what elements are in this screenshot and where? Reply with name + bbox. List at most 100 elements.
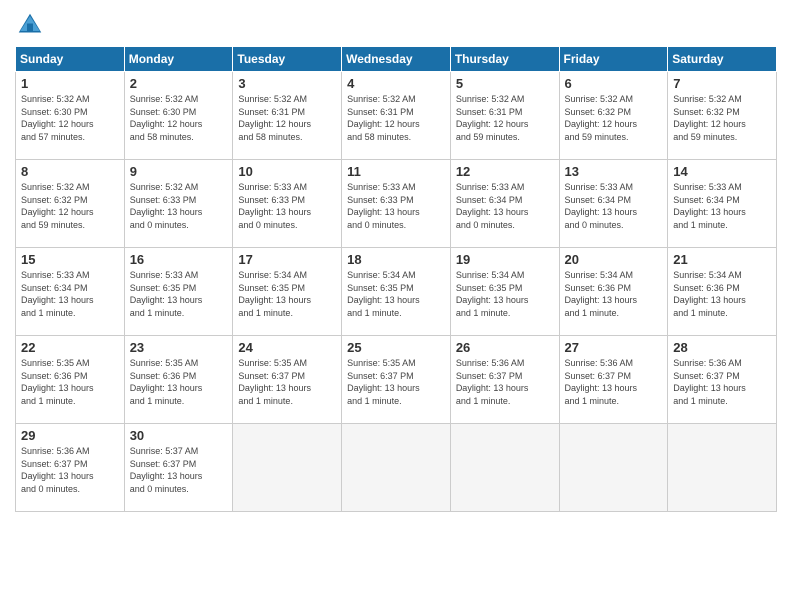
day-info: Sunrise: 5:35 AM Sunset: 6:37 PM Dayligh… xyxy=(238,357,336,407)
logo-icon xyxy=(15,10,45,40)
calendar-cell: 8 Sunrise: 5:32 AM Sunset: 6:32 PM Daylig… xyxy=(16,160,125,248)
calendar-cell: 26 Sunrise: 5:36 AM Sunset: 6:37 PM Dayli… xyxy=(450,336,559,424)
day-info: Sunrise: 5:32 AM Sunset: 6:33 PM Dayligh… xyxy=(130,181,228,231)
calendar-cell: 13Sunrise: 5:33 AM Sunset: 6:34 PM Dayli… xyxy=(559,160,668,248)
day-number: 6 xyxy=(565,76,663,91)
calendar-cell: 25Sunrise: 5:35 AM Sunset: 6:37 PM Dayli… xyxy=(342,336,451,424)
day-number: 27 xyxy=(565,340,663,355)
day-info: Sunrise: 5:34 AM Sunset: 6:35 PM Dayligh… xyxy=(238,269,336,319)
day-number: 23 xyxy=(130,340,228,355)
day-number: 16 xyxy=(130,252,228,267)
day-number: 14 xyxy=(673,164,771,179)
day-number: 2 xyxy=(130,76,228,91)
calendar-cell: 10 Sunrise: 5:33 AM Sunset: 6:33 PM Dayli… xyxy=(233,160,342,248)
day-number: 12 xyxy=(456,164,554,179)
day-info: Sunrise: 5:37 AM Sunset: 6:37 PM Dayligh… xyxy=(130,445,228,495)
day-number: 21 xyxy=(673,252,771,267)
day-info: Sunrise: 5:33 AM Sunset: 6:34 PM Dayligh… xyxy=(21,269,119,319)
calendar-cell xyxy=(668,424,777,512)
page: SundayMondayTuesdayWednesdayThursdayFrid… xyxy=(0,0,792,612)
calendar-cell: 27 Sunrise: 5:36 AM Sunset: 6:37 PM Dayli… xyxy=(559,336,668,424)
day-number: 29 xyxy=(21,428,119,443)
calendar-cell: 23 Sunrise: 5:35 AM Sunset: 6:36 PM Dayli… xyxy=(124,336,233,424)
day-info: Sunrise: 5:32 AM Sunset: 6:32 PM Dayligh… xyxy=(21,181,119,231)
day-number: 17 xyxy=(238,252,336,267)
day-info: Sunrise: 5:32 AM Sunset: 6:31 PM Dayligh… xyxy=(347,93,445,143)
day-number: 28 xyxy=(673,340,771,355)
calendar-cell xyxy=(233,424,342,512)
calendar-cell: 3Sunrise: 5:32 AM Sunset: 6:31 PM Daylig… xyxy=(233,72,342,160)
weekday-header: Wednesday xyxy=(342,47,451,72)
calendar-week-row: 1 Sunrise: 5:32 AM Sunset: 6:30 PM Daylig… xyxy=(16,72,777,160)
day-info: Sunrise: 5:35 AM Sunset: 6:37 PM Dayligh… xyxy=(347,357,445,407)
calendar-cell: 30 Sunrise: 5:37 AM Sunset: 6:37 PM Dayli… xyxy=(124,424,233,512)
day-number: 10 xyxy=(238,164,336,179)
calendar-cell: 21 Sunrise: 5:34 AM Sunset: 6:36 PM Dayli… xyxy=(668,248,777,336)
day-number: 8 xyxy=(21,164,119,179)
day-info: Sunrise: 5:32 AM Sunset: 6:32 PM Dayligh… xyxy=(565,93,663,143)
weekday-header: Monday xyxy=(124,47,233,72)
day-number: 1 xyxy=(21,76,119,91)
calendar-table: SundayMondayTuesdayWednesdayThursdayFrid… xyxy=(15,46,777,512)
day-number: 19 xyxy=(456,252,554,267)
day-number: 7 xyxy=(673,76,771,91)
day-info: Sunrise: 5:36 AM Sunset: 6:37 PM Dayligh… xyxy=(21,445,119,495)
calendar-cell: 22 Sunrise: 5:35 AM Sunset: 6:36 PM Dayli… xyxy=(16,336,125,424)
day-info: Sunrise: 5:33 AM Sunset: 6:34 PM Dayligh… xyxy=(456,181,554,231)
calendar-cell xyxy=(559,424,668,512)
calendar-cell: 19 Sunrise: 5:34 AM Sunset: 6:35 PM Dayli… xyxy=(450,248,559,336)
calendar-week-row: 15 Sunrise: 5:33 AM Sunset: 6:34 PM Dayli… xyxy=(16,248,777,336)
day-info: Sunrise: 5:34 AM Sunset: 6:36 PM Dayligh… xyxy=(565,269,663,319)
calendar-week-row: 22 Sunrise: 5:35 AM Sunset: 6:36 PM Dayli… xyxy=(16,336,777,424)
calendar-week-row: 29 Sunrise: 5:36 AM Sunset: 6:37 PM Dayli… xyxy=(16,424,777,512)
day-info: Sunrise: 5:35 AM Sunset: 6:36 PM Dayligh… xyxy=(21,357,119,407)
calendar-cell: 18 Sunrise: 5:34 AM Sunset: 6:35 PM Dayli… xyxy=(342,248,451,336)
day-info: Sunrise: 5:36 AM Sunset: 6:37 PM Dayligh… xyxy=(673,357,771,407)
day-number: 18 xyxy=(347,252,445,267)
calendar-cell: 15 Sunrise: 5:33 AM Sunset: 6:34 PM Dayli… xyxy=(16,248,125,336)
weekday-header: Thursday xyxy=(450,47,559,72)
day-number: 5 xyxy=(456,76,554,91)
day-number: 13 xyxy=(565,164,663,179)
calendar-cell xyxy=(450,424,559,512)
calendar-cell: 20 Sunrise: 5:34 AM Sunset: 6:36 PM Dayli… xyxy=(559,248,668,336)
day-info: Sunrise: 5:35 AM Sunset: 6:36 PM Dayligh… xyxy=(130,357,228,407)
day-number: 11 xyxy=(347,164,445,179)
day-info: Sunrise: 5:33 AM Sunset: 6:33 PM Dayligh… xyxy=(238,181,336,231)
day-number: 22 xyxy=(21,340,119,355)
day-info: Sunrise: 5:34 AM Sunset: 6:35 PM Dayligh… xyxy=(347,269,445,319)
day-number: 3 xyxy=(238,76,336,91)
weekday-header: Saturday xyxy=(668,47,777,72)
day-number: 26 xyxy=(456,340,554,355)
day-info: Sunrise: 5:33 AM Sunset: 6:33 PM Dayligh… xyxy=(347,181,445,231)
day-number: 20 xyxy=(565,252,663,267)
weekday-header: Friday xyxy=(559,47,668,72)
header xyxy=(15,10,777,40)
day-number: 15 xyxy=(21,252,119,267)
day-number: 9 xyxy=(130,164,228,179)
calendar-cell: 16Sunrise: 5:33 AM Sunset: 6:35 PM Dayli… xyxy=(124,248,233,336)
day-info: Sunrise: 5:36 AM Sunset: 6:37 PM Dayligh… xyxy=(565,357,663,407)
weekday-header: Tuesday xyxy=(233,47,342,72)
calendar-cell xyxy=(342,424,451,512)
calendar-cell: 12 Sunrise: 5:33 AM Sunset: 6:34 PM Dayli… xyxy=(450,160,559,248)
day-info: Sunrise: 5:32 AM Sunset: 6:32 PM Dayligh… xyxy=(673,93,771,143)
day-info: Sunrise: 5:34 AM Sunset: 6:35 PM Dayligh… xyxy=(456,269,554,319)
calendar-cell: 29 Sunrise: 5:36 AM Sunset: 6:37 PM Dayli… xyxy=(16,424,125,512)
logo xyxy=(15,10,49,40)
calendar-cell: 5Sunrise: 5:32 AM Sunset: 6:31 PM Daylig… xyxy=(450,72,559,160)
calendar-cell: 1Sunrise: 5:32 AM Sunset: 6:30 PM Daylig… xyxy=(16,72,125,160)
day-info: Sunrise: 5:36 AM Sunset: 6:37 PM Dayligh… xyxy=(456,357,554,407)
day-info: Sunrise: 5:32 AM Sunset: 6:30 PM Dayligh… xyxy=(130,93,228,143)
weekday-header: Sunday xyxy=(16,47,125,72)
day-info: Sunrise: 5:34 AM Sunset: 6:36 PM Dayligh… xyxy=(673,269,771,319)
calendar-cell: 6 Sunrise: 5:32 AM Sunset: 6:32 PM Daylig… xyxy=(559,72,668,160)
calendar-cell: 11 Sunrise: 5:33 AM Sunset: 6:33 PM Dayli… xyxy=(342,160,451,248)
day-number: 30 xyxy=(130,428,228,443)
calendar-cell: 7 Sunrise: 5:32 AM Sunset: 6:32 PM Daylig… xyxy=(668,72,777,160)
calendar-cell: 24 Sunrise: 5:35 AM Sunset: 6:37 PM Dayli… xyxy=(233,336,342,424)
day-info: Sunrise: 5:33 AM Sunset: 6:34 PM Dayligh… xyxy=(673,181,771,231)
day-number: 24 xyxy=(238,340,336,355)
day-number: 4 xyxy=(347,76,445,91)
calendar-week-row: 8 Sunrise: 5:32 AM Sunset: 6:32 PM Daylig… xyxy=(16,160,777,248)
